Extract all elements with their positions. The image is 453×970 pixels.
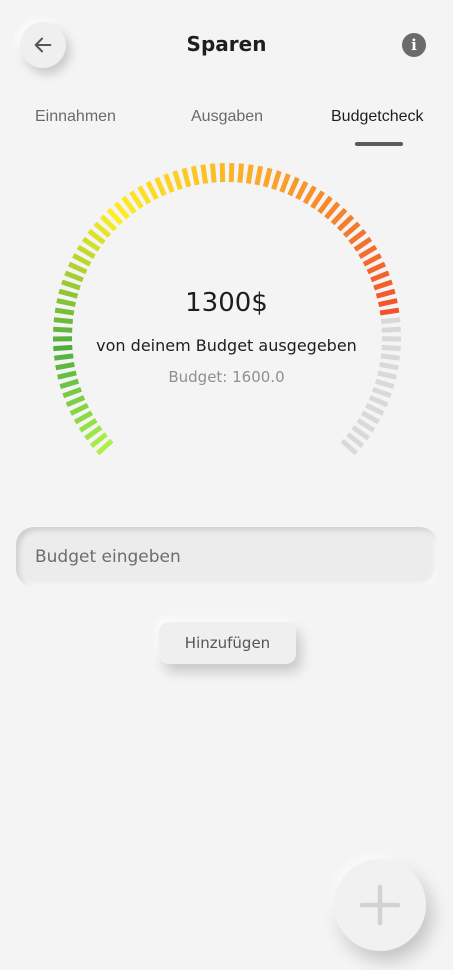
gauge-segment-filled <box>163 173 175 193</box>
gauge-segment-filled <box>72 253 92 267</box>
gauge-segment-filled <box>121 195 137 214</box>
gauge-segment-empty <box>372 386 392 399</box>
gauge-segment-filled <box>219 163 226 183</box>
gauge-segment-filled <box>262 167 273 188</box>
gauge-segment-filled <box>67 261 88 275</box>
gauge-segment-filled <box>366 261 387 275</box>
gauge-segment-filled <box>53 326 73 333</box>
gauge-segment-filled <box>87 229 106 245</box>
gauge-segment-filled <box>69 402 89 416</box>
gauge-segment-filled <box>172 170 183 190</box>
gauge-segment-filled <box>62 386 82 399</box>
gauge-segment-empty <box>346 432 365 449</box>
gauge-segment-empty <box>340 438 358 456</box>
gauge-segment-filled <box>81 236 101 252</box>
gauge-segment-filled <box>348 229 367 245</box>
gauge-segment-empty <box>351 425 370 441</box>
gauge-segment-filled <box>190 165 200 186</box>
add-fab-button[interactable] <box>334 859 426 951</box>
budget-value: Budget: 1600.0 <box>168 368 285 386</box>
gauge-segment-filled <box>287 176 300 197</box>
gauge-segment-filled <box>137 185 152 205</box>
gauge-segment-filled <box>358 244 378 259</box>
gauge-segment-filled <box>210 163 217 183</box>
gauge-segment-filled <box>362 253 382 267</box>
gauge-segment-filled <box>89 432 108 449</box>
gauge-segment-filled <box>353 236 373 252</box>
gauge-segment-empty <box>380 317 401 325</box>
spent-label: von deinem Budget ausgegeben <box>96 336 357 355</box>
gauge-segment-filled <box>64 270 84 283</box>
gauge-segment-filled <box>53 317 74 325</box>
gauge-segment-filled <box>129 190 144 209</box>
gauge-segment-filled <box>78 418 98 433</box>
gauge-segment-filled <box>279 173 291 193</box>
gauge-segment-empty <box>360 410 381 425</box>
budget-gauge <box>52 163 402 456</box>
gauge-segment-filled <box>245 164 254 184</box>
gauge-segment-filled <box>302 185 317 205</box>
gauge-segment-filled <box>65 395 86 408</box>
plus-icon <box>359 884 401 926</box>
gauge-segment-filled <box>295 180 309 201</box>
spent-amount: 1300$ <box>185 288 268 318</box>
budget-input[interactable] <box>16 527 438 587</box>
gauge-segment-filled <box>271 170 282 190</box>
gauge-segment-filled <box>181 167 192 188</box>
gauge-segment-filled <box>106 207 124 226</box>
gauge-segment-filled <box>317 195 333 214</box>
gauge-segment-filled <box>310 190 325 209</box>
gauge-segment-filled <box>73 410 94 425</box>
gauge-segment-filled <box>370 270 390 283</box>
gauge-segment-empty <box>368 395 389 408</box>
gauge-segment-empty <box>381 326 401 333</box>
gauge-segment-filled <box>228 163 235 183</box>
gauge-segment-filled <box>254 165 264 186</box>
gauge-segment-filled <box>96 438 114 456</box>
gauge-segment-empty <box>380 353 401 361</box>
gauge-segment-filled <box>200 164 209 184</box>
gauge-segment-empty <box>365 402 385 416</box>
add-budget-button[interactable]: Hinzufügen <box>159 622 296 664</box>
gauge-segment-filled <box>330 207 348 226</box>
gauge-segment-filled <box>145 180 159 201</box>
gauge-segment-filled <box>154 176 167 197</box>
gauge-segment-filled <box>237 163 244 183</box>
gauge-segment-filled <box>84 425 103 441</box>
gauge-segment-filled <box>76 244 96 259</box>
gauge-segment-filled <box>324 201 341 220</box>
gauge-segment-empty <box>356 418 376 433</box>
gauge-segment-filled <box>53 353 74 361</box>
gauge-segment-filled <box>113 201 130 220</box>
